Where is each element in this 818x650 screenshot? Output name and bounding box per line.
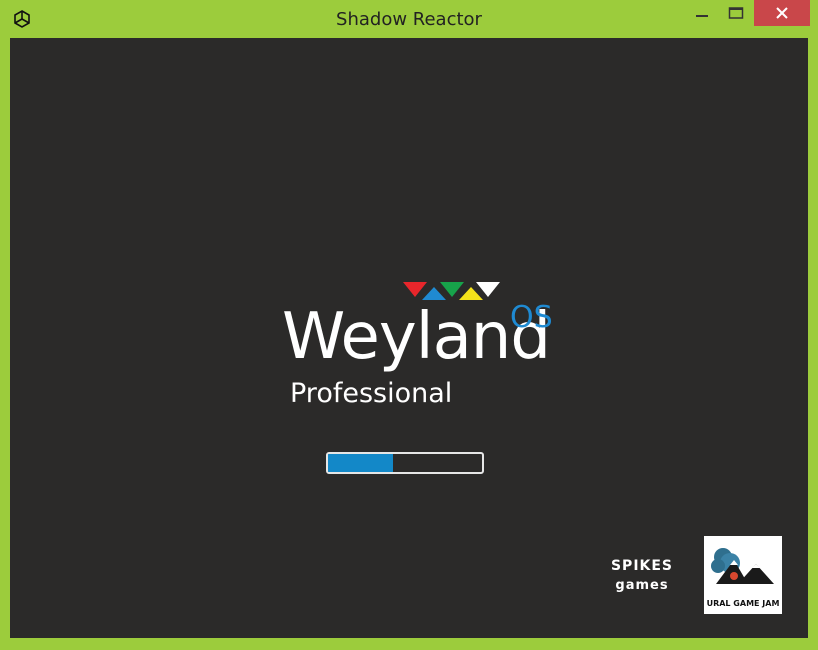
logo-triangle-yellow (459, 287, 483, 300)
minimize-icon (696, 15, 708, 17)
progress-fill (328, 454, 393, 472)
maximize-button[interactable] (720, 0, 752, 26)
title-bar[interactable]: Shadow Reactor (0, 0, 818, 38)
minimize-button[interactable] (684, 0, 720, 26)
studio-name-line2: games (615, 578, 669, 593)
logo-triangle-white (476, 282, 500, 297)
splash-screen: Weyland OS Professional SPIKES games URA… (10, 38, 808, 638)
logo-triangle-blue (422, 287, 446, 300)
window-bottom-edge (0, 638, 818, 650)
logo-triangle-red (403, 282, 427, 297)
ural-game-jam-logo: URAL GAME JAM (704, 536, 782, 614)
edition-label: Professional (290, 378, 453, 409)
brand-superscript: OS (510, 300, 553, 335)
maximize-icon (728, 7, 744, 19)
spikes-games-logo: SPIKES games (602, 558, 682, 593)
app-window: Shadow Reactor Weyland OS Professional S… (0, 0, 818, 650)
logo-triangle-green (440, 282, 464, 297)
loading-progress-bar (326, 452, 484, 474)
close-button[interactable] (754, 0, 810, 26)
studio-name-line1: SPIKES (610, 558, 674, 574)
jam-label: URAL GAME JAM (706, 599, 780, 608)
close-icon (776, 7, 788, 19)
